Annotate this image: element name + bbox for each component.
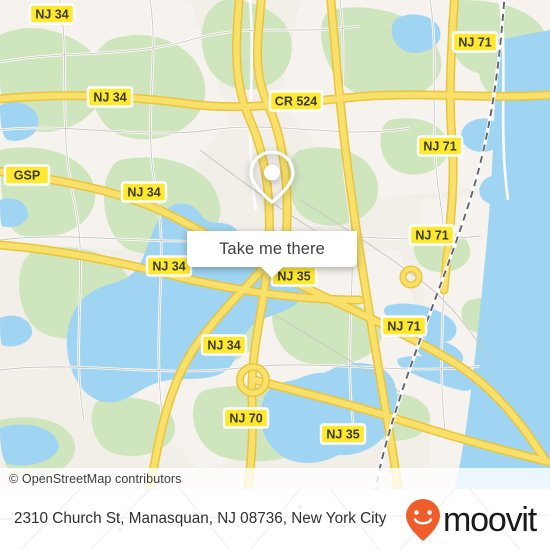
address-label: 2310 Church St, Manasquan, NJ 08736, New… [14, 510, 387, 528]
moovit-pin-smiley-icon [406, 498, 441, 541]
footer-bar: 2310 Church St, Manasquan, NJ 08736, New… [0, 489, 550, 550]
road-shield-label: NJ 34 [93, 91, 126, 105]
moovit-logo[interactable]: moovit [405, 498, 537, 542]
road-shield-label: NJ 35 [326, 428, 359, 442]
road-shield-label: NJ 70 [229, 412, 262, 426]
road-shield: NJ 71 [380, 315, 428, 337]
popup-header [187, 123, 357, 231]
road-shield-label: NJ 34 [207, 339, 240, 353]
road-shield: NJ 34 [86, 86, 134, 108]
osm-attribution-text: © OpenStreetMap contributors [9, 471, 182, 486]
location-popup-card[interactable]: Take me there [187, 123, 357, 278]
take-me-there-label: Take me there [219, 239, 325, 258]
road-shield-label: NJ 71 [423, 140, 456, 154]
road-shield: NJ 34 [200, 334, 248, 356]
road-shield-label: NJ 71 [458, 36, 491, 50]
road-shield: NJ 34 [145, 255, 193, 277]
road-shield: NJ 71 [408, 224, 456, 246]
road-shield-label: CR 524 [275, 95, 317, 109]
road-shield: NJ 70 [222, 407, 270, 429]
road-shield: NJ 34 [120, 181, 168, 203]
road-shield-label: GSP [14, 169, 40, 183]
road-shield: NJ 71 [416, 135, 464, 157]
road-shield: NJ 34 [28, 3, 76, 25]
road-shield-label: NJ 34 [127, 186, 160, 200]
osm-attribution[interactable]: © OpenStreetMap contributors [0, 468, 550, 489]
moovit-wordmark: moovit [443, 500, 537, 539]
popup-tail [261, 267, 283, 278]
road-shield-label: NJ 71 [387, 320, 420, 334]
map-screenshot: NJ 34 NJ 71 NJ 34 CR 524 NJ 71 GSP NJ 34 NJ 71 N… [0, 0, 550, 550]
take-me-there-button[interactable]: Take me there [187, 231, 357, 267]
road-shield-label: NJ 71 [415, 229, 448, 243]
road-shield: NJ 71 [451, 31, 499, 53]
road-shield-label: NJ 34 [152, 260, 185, 274]
road-shield-label: NJ 34 [35, 8, 68, 22]
location-pin-icon [249, 150, 295, 204]
road-shield: CR 524 [268, 90, 324, 112]
road-shield: NJ 35 [319, 423, 367, 445]
road-shield: GSP [3, 164, 51, 186]
